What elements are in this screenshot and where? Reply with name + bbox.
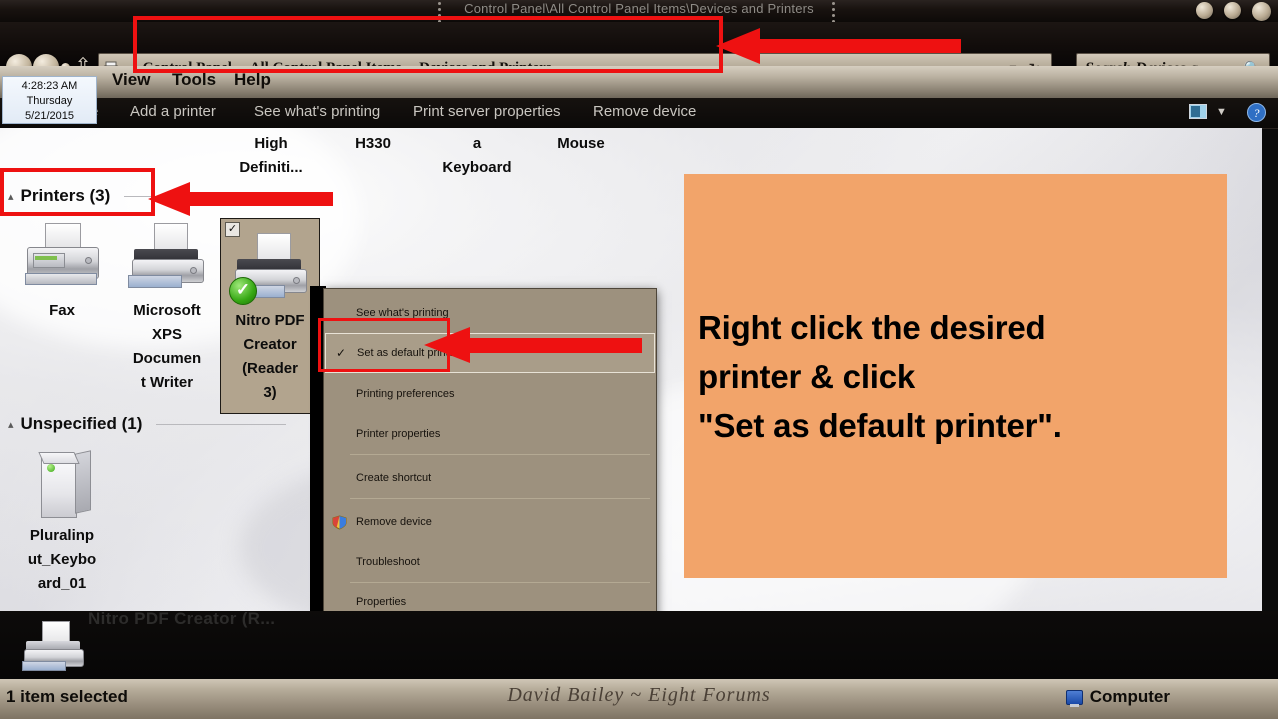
device-label: Fax bbox=[49, 302, 75, 319]
device-label-mouse: Mouse bbox=[557, 135, 605, 152]
fax-printer-icon bbox=[19, 223, 105, 299]
clock-day: Thursday bbox=[26, 95, 73, 107]
group-header-unspecified[interactable]: ▴ Unspecified (1) bbox=[8, 414, 328, 434]
annotation-box-printers-group bbox=[0, 168, 155, 216]
context-menu-separator bbox=[350, 498, 650, 499]
instruction-callout: Right click the desired printer & click … bbox=[684, 174, 1227, 578]
group-title-unspecified: Unspecified (1) bbox=[20, 414, 143, 433]
command-add-a-printer[interactable]: Add a printer bbox=[130, 103, 216, 120]
context-menu-label: Create shortcut bbox=[356, 472, 432, 484]
device-label-high-definition: High Definiti... bbox=[239, 135, 303, 176]
taskbar: David Bailey ~ Eight Forums 1 item selec… bbox=[0, 679, 1278, 719]
computer-device-icon bbox=[19, 450, 105, 524]
context-menu-item-printing-preferences[interactable]: Printing preferences bbox=[325, 375, 655, 413]
command-print-server-properties[interactable]: Print server properties bbox=[413, 103, 561, 120]
context-menu-separator bbox=[350, 454, 650, 455]
clock-tooltip: 4:28:23 AM Thursday 5/21/2015 bbox=[2, 76, 97, 124]
preview-pane-icon[interactable] bbox=[1189, 104, 1207, 124]
device-label: Nitro PDF Creator (Reader 3) bbox=[235, 312, 305, 401]
taskbar-computer-entry[interactable]: Computer bbox=[1065, 687, 1170, 707]
computer-icon bbox=[1065, 689, 1083, 707]
screen-root: Control Panel\All Control Panel Items\De… bbox=[0, 0, 1278, 719]
device-label: Pluralinp ut_Keybo ard_01 bbox=[27, 527, 97, 592]
device-tile-pluralinput-keyboard-01[interactable]: Pluralinp ut_Keybo ard_01 bbox=[12, 450, 112, 596]
device-tile-microsoft-xps-document-writer[interactable]: Microsoft XPS Documen t Writer bbox=[117, 223, 217, 395]
annotation-arrow-printers-group bbox=[148, 182, 333, 216]
context-menu-label: Troubleshoot bbox=[356, 556, 420, 568]
window-minimize-button[interactable] bbox=[1196, 2, 1213, 19]
chevron-up-icon[interactable]: ▴ bbox=[8, 418, 14, 431]
svg-text:?: ? bbox=[1254, 106, 1260, 120]
context-menu-separator bbox=[350, 582, 650, 583]
device-tile-fax[interactable]: Fax bbox=[12, 223, 112, 323]
callout-line-1: Right click the desired bbox=[698, 308, 1046, 346]
context-menu-label: Properties bbox=[356, 596, 407, 608]
context-menu-item-printer-properties[interactable]: Printer properties bbox=[325, 415, 655, 453]
context-menu-item-create-shortcut[interactable]: Create shortcut bbox=[325, 459, 655, 497]
menu-tools[interactable]: Tools bbox=[172, 70, 216, 90]
context-menu-label: Printing preferences bbox=[356, 388, 455, 400]
taskbar-computer-label: Computer bbox=[1089, 687, 1170, 706]
window-maximize-button[interactable] bbox=[1224, 2, 1241, 19]
uac-shield-icon bbox=[332, 514, 347, 530]
instruction-callout-text: Right click the desired printer & click … bbox=[684, 303, 1076, 450]
default-printer-badge-icon: ✓ bbox=[229, 277, 257, 305]
status-item-count: 1 item selected bbox=[6, 687, 128, 706]
window-title: Control Panel\All Control Panel Items\De… bbox=[464, 1, 814, 16]
annotation-arrow-set-as-default bbox=[424, 327, 642, 363]
command-see-whats-printing[interactable]: See what's printing bbox=[254, 103, 380, 120]
menu-help[interactable]: Help bbox=[234, 70, 271, 90]
command-bar: e Add a printer See what's printing Prin… bbox=[0, 98, 1278, 129]
command-remove-device[interactable]: Remove device bbox=[593, 103, 696, 120]
device-label: Microsoft XPS Documen t Writer bbox=[132, 302, 202, 391]
context-menu-label: Printer properties bbox=[356, 428, 441, 440]
details-item-name: Nitro PDF Creator (R... bbox=[88, 609, 276, 628]
callout-line-3: "Set as default printer". bbox=[698, 406, 1062, 444]
printer-icon bbox=[124, 223, 210, 299]
clock-date: 5/21/2015 bbox=[25, 110, 74, 122]
printer-icon bbox=[14, 621, 94, 671]
device-label-keyboard: a Keyboard bbox=[442, 135, 512, 176]
chevron-down-icon[interactable]: ▼ bbox=[1216, 106, 1227, 118]
window-close-button[interactable] bbox=[1252, 2, 1271, 21]
menu-view[interactable]: View bbox=[112, 70, 150, 90]
device-label-h330: H330 bbox=[355, 135, 391, 152]
group-rule bbox=[156, 423, 287, 425]
device-tile-nitro-pdf-creator[interactable]: ✓ ✓ Nitro PDF Creator (Reader 3) bbox=[220, 218, 320, 414]
context-menu-item-troubleshoot[interactable]: Troubleshoot bbox=[325, 543, 655, 581]
printer-icon: ✓ bbox=[227, 233, 313, 309]
help-icon[interactable]: ? bbox=[1247, 103, 1266, 127]
clock-time: 4:28:23 AM bbox=[21, 80, 78, 92]
callout-line-2: printer & click bbox=[698, 357, 916, 395]
context-menu-item-remove-device[interactable]: Remove device bbox=[325, 503, 655, 541]
annotation-box-address-bar bbox=[133, 16, 723, 73]
annotation-arrow-address-bar bbox=[716, 28, 961, 64]
